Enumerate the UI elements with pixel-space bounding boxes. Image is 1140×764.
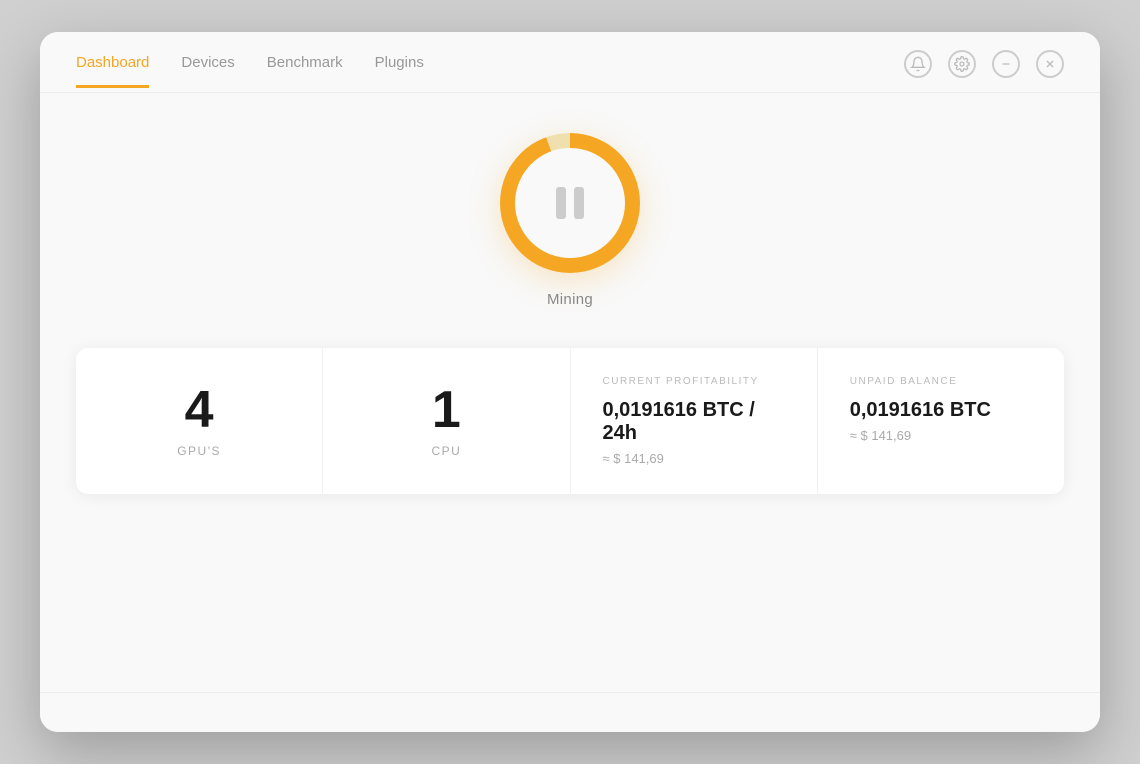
nav-bar: Dashboard Devices Benchmark Plugins bbox=[40, 32, 1100, 93]
gpu-count: 4 bbox=[185, 384, 214, 436]
nav-links: Dashboard Devices Benchmark Plugins bbox=[76, 54, 424, 88]
minus-icon bbox=[1000, 58, 1012, 70]
main-content: Mining 4 GPU'S 1 CPU CURRENT PROFITABILI… bbox=[40, 93, 1100, 692]
minimize-button[interactable] bbox=[992, 50, 1020, 78]
balance-stat-card: UNPAID BALANCE 0,0191616 BTC ≈ $ 141,69 bbox=[818, 348, 1064, 494]
nav-dashboard[interactable]: Dashboard bbox=[76, 54, 149, 88]
pause-bar-left bbox=[556, 187, 566, 219]
cpu-count: 1 bbox=[432, 384, 461, 436]
balance-header: UNPAID BALANCE bbox=[850, 376, 958, 387]
close-icon bbox=[1044, 58, 1056, 70]
bottom-strip bbox=[40, 692, 1100, 732]
balance-value: 0,0191616 BTC bbox=[850, 399, 991, 422]
mining-section: Mining bbox=[500, 133, 640, 308]
profitability-sub: ≈ $ 141,69 bbox=[603, 451, 664, 466]
cpu-stat-card: 1 CPU bbox=[323, 348, 570, 494]
gpu-label: GPU'S bbox=[177, 444, 221, 458]
notification-button[interactable] bbox=[904, 50, 932, 78]
mining-status-label: Mining bbox=[547, 291, 593, 308]
balance-sub: ≈ $ 141,69 bbox=[850, 428, 911, 443]
profitability-header: CURRENT PROFITABILITY bbox=[603, 376, 759, 387]
gpu-stat-card: 4 GPU'S bbox=[76, 348, 323, 494]
nav-plugins[interactable]: Plugins bbox=[375, 54, 424, 88]
nav-benchmark[interactable]: Benchmark bbox=[267, 54, 343, 88]
mining-toggle-button[interactable] bbox=[500, 133, 640, 273]
profitability-stat-card: CURRENT PROFITABILITY 0,0191616 BTC / 24… bbox=[571, 348, 818, 494]
window-controls bbox=[904, 50, 1064, 92]
bell-icon bbox=[910, 56, 926, 72]
nav-devices[interactable]: Devices bbox=[181, 54, 234, 88]
app-window: Dashboard Devices Benchmark Plugins bbox=[40, 32, 1100, 732]
close-button[interactable] bbox=[1036, 50, 1064, 78]
cpu-label: CPU bbox=[431, 444, 461, 458]
stats-row: 4 GPU'S 1 CPU CURRENT PROFITABILITY 0,01… bbox=[76, 348, 1064, 494]
settings-button[interactable] bbox=[948, 50, 976, 78]
profitability-value: 0,0191616 BTC / 24h bbox=[603, 399, 785, 445]
pause-icon bbox=[556, 187, 584, 219]
mining-btn-inner bbox=[515, 148, 625, 258]
pause-bar-right bbox=[574, 187, 584, 219]
gear-icon bbox=[954, 56, 970, 72]
